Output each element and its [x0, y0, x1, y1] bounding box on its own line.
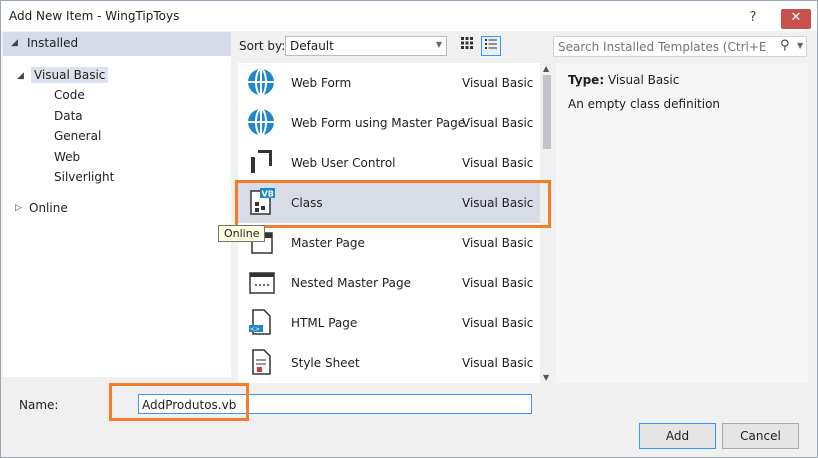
template-type: Visual Basic: [462, 116, 534, 130]
tree-installed-label: Installed: [27, 36, 79, 50]
tree-item-silverlight[interactable]: Silverlight: [54, 170, 114, 184]
tree-installed-header[interactable]: ◢ Installed: [3, 32, 231, 56]
online-tooltip: Online: [218, 225, 266, 242]
add-new-item-dialog: Add New Item - WingTipToys ? ✕ ◢ Install…: [0, 0, 818, 458]
template-category-tree: ◢ Installed ◢ Visual Basic Code Data Gen…: [3, 32, 231, 377]
globe-icon: [248, 108, 274, 136]
template-name: Nested Master Page: [291, 276, 411, 290]
template-type-info: Type: Visual Basic: [568, 73, 679, 87]
expand-arrow-icon[interactable]: ▷: [15, 203, 22, 213]
help-button[interactable]: ?: [743, 9, 763, 29]
template-name: Web User Control: [291, 156, 396, 170]
sort-by-value: Default: [290, 39, 334, 53]
scroll-up-icon[interactable]: ▲: [543, 64, 549, 73]
tree-item-code[interactable]: Code: [54, 88, 85, 102]
style-sheet-icon: [252, 349, 271, 375]
template-name: HTML Page: [291, 316, 358, 330]
search-templates-box[interactable]: ⚲ ▼: [553, 36, 807, 57]
collapse-arrow-icon[interactable]: ◢: [11, 38, 18, 48]
list-view-button[interactable]: [481, 36, 501, 56]
template-type: Visual Basic: [462, 316, 534, 330]
template-row-master-page[interactable]: Master Page Visual Basic: [238, 223, 540, 263]
template-name: Web Form using Master Page: [291, 116, 466, 130]
class-highlight-box: [235, 180, 551, 228]
list-view-icon: [485, 39, 497, 49]
user-control-icon: [251, 150, 272, 173]
close-button[interactable]: ✕: [781, 9, 811, 29]
template-type: Visual Basic: [462, 236, 534, 250]
title-bar: Add New Item - WingTipToys ? ✕: [1, 1, 817, 31]
scroll-down-icon[interactable]: ▼: [543, 373, 549, 382]
html-page-icon: <>: [249, 309, 271, 335]
template-name: Master Page: [291, 236, 365, 250]
template-details-pane: Type: Visual Basic An empty class defini…: [556, 63, 808, 383]
svg-text:<>: <>: [250, 326, 260, 333]
search-icon[interactable]: ⚲: [780, 38, 790, 53]
template-row-nested-master-page[interactable]: Nested Master Page Visual Basic: [238, 263, 540, 303]
template-type: Visual Basic: [462, 76, 534, 90]
template-row-web-user-control[interactable]: Web User Control Visual Basic: [238, 143, 540, 183]
template-description: An empty class definition: [568, 97, 721, 111]
tree-item-general[interactable]: General: [54, 129, 101, 143]
template-type: Visual Basic: [462, 356, 534, 370]
medium-icons-view-button[interactable]: [457, 36, 477, 56]
template-row-web-form[interactable]: Web Form Visual Basic: [238, 63, 540, 103]
tree-item-web[interactable]: Web: [54, 150, 80, 164]
add-button[interactable]: Add: [639, 423, 716, 449]
type-value: Visual Basic: [607, 73, 680, 87]
collapse-arrow-icon[interactable]: ◢: [17, 71, 24, 81]
nested-master-page-icon: [249, 272, 275, 294]
template-name: Style Sheet: [291, 356, 360, 370]
chevron-down-icon[interactable]: ▼: [797, 41, 803, 50]
globe-icon: [248, 68, 274, 96]
template-row-html-page[interactable]: <> HTML Page Visual Basic: [238, 303, 540, 343]
template-row-web-form-master[interactable]: Web Form using Master Page Visual Basic: [238, 103, 540, 143]
template-type: Visual Basic: [462, 156, 534, 170]
template-name: Web Form: [291, 76, 352, 90]
template-type: Visual Basic: [462, 276, 534, 290]
tree-item-visual-basic[interactable]: Visual Basic: [31, 67, 109, 83]
search-input[interactable]: [558, 39, 768, 54]
sort-by-label: Sort by:: [239, 39, 286, 53]
chevron-down-icon: ▼: [435, 40, 442, 49]
tree-item-online[interactable]: Online: [29, 201, 68, 215]
scrollbar-thumb[interactable]: [543, 75, 551, 149]
name-highlight-box: [109, 383, 249, 421]
window-title: Add New Item - WingTipToys: [9, 9, 180, 23]
template-row-style-sheet[interactable]: Style Sheet Visual Basic: [238, 343, 540, 383]
name-label: Name:: [19, 398, 59, 412]
type-label: Type:: [568, 73, 605, 87]
cancel-button[interactable]: Cancel: [722, 423, 799, 449]
sort-by-dropdown[interactable]: Default ▼: [285, 36, 447, 56]
tree-item-data[interactable]: Data: [54, 109, 83, 123]
grid-view-icon: [461, 37, 473, 49]
